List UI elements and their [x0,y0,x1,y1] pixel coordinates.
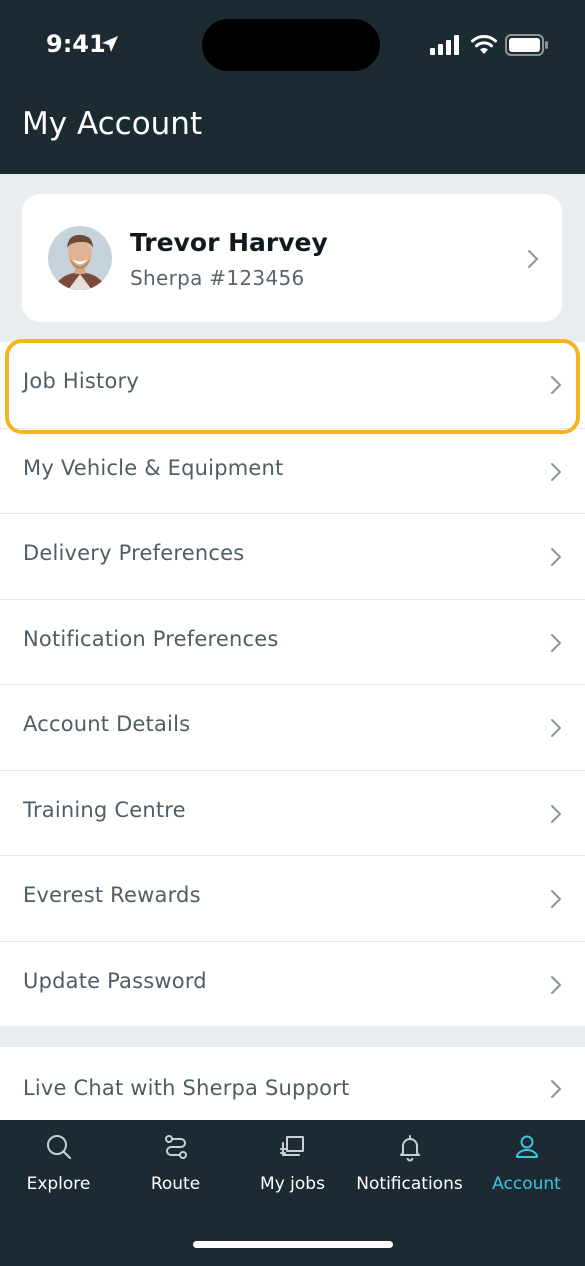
menu-item-label: My Vehicle & Equipment [23,456,284,480]
profile-card[interactable]: Trevor Harvey Sherpa #123456 [22,194,562,322]
menu-item-label: Update Password [23,969,207,993]
chevron-right-icon [551,976,561,994]
chevron-right-icon [528,250,538,268]
tab-my-jobs[interactable]: My jobs [234,1120,351,1210]
menu-item-label: Job History [23,369,139,393]
menu-item-training-centre[interactable]: Training Centre [0,770,585,855]
menu-item-label: Everest Rewards [23,883,201,907]
tab-explore[interactable]: Explore [0,1120,117,1210]
chevron-right-icon [551,463,561,481]
profile-sherpa-id: Sherpa #123456 [130,266,305,290]
tab-notifications[interactable]: Notifications [351,1120,468,1210]
menu-item-update-password[interactable]: Update Password [0,941,585,1026]
location-arrow-icon [102,36,118,52]
profile-name: Trevor Harvey [130,228,328,257]
user-icon [516,1135,538,1158]
cellular-signal-icon [430,35,459,55]
chevron-right-icon [551,719,561,737]
tab-label: Route [150,1174,201,1194]
menu-item-label: Notification Preferences [23,627,279,651]
menu-item-delivery-preferences[interactable]: Delivery Preferences [0,513,585,598]
menu-item-everest-rewards[interactable]: Everest Rewards [0,855,585,940]
tab-label: Notifications [356,1174,463,1194]
menu-item-vehicle-equipment[interactable]: My Vehicle & Equipment [0,428,585,513]
tab-label: Account [492,1174,561,1194]
chevron-right-icon [551,805,561,823]
chevron-right-icon [551,376,561,394]
tab-route[interactable]: Route [117,1120,234,1210]
menu-item-label: Delivery Preferences [23,541,245,565]
menu-item-notification-preferences[interactable]: Notification Preferences [0,599,585,684]
menu-item-label: Live Chat with Sherpa Support [23,1076,350,1100]
account-menu: Job History My Vehicle & Equipment Deliv… [0,342,585,1026]
battery-icon [505,34,548,56]
wifi-icon [471,35,497,54]
tab-bar: Explore Route My jobs Notifications Acco… [0,1120,585,1266]
chevron-right-icon [551,634,561,652]
home-indicator[interactable] [193,1241,393,1248]
menu-item-account-details[interactable]: Account Details [0,684,585,769]
chevron-right-icon [551,548,561,566]
tab-label: My jobs [260,1174,325,1194]
page-title: My Account [22,106,203,142]
jobs-icon [280,1136,304,1156]
menu-item-label: Account Details [23,712,191,736]
bell-icon [400,1135,420,1162]
status-time: 9:41 [46,30,106,58]
support-menu: Live Chat with Sherpa Support [0,1047,585,1120]
menu-item-job-history[interactable]: Job History [0,342,585,427]
tab-label: Explore [26,1174,91,1194]
status-bar: 9:41 [0,0,585,92]
menu-item-live-chat[interactable]: Live Chat with Sherpa Support [0,1047,585,1120]
chevron-right-icon [551,1080,561,1098]
tab-account[interactable]: Account [468,1120,585,1210]
menu-item-label: Training Centre [23,798,186,822]
search-icon [47,1135,72,1160]
route-icon [165,1135,187,1159]
chevron-right-icon [551,890,561,908]
dynamic-island [202,19,380,71]
avatar [48,226,112,290]
page-header: My Account [0,92,585,174]
